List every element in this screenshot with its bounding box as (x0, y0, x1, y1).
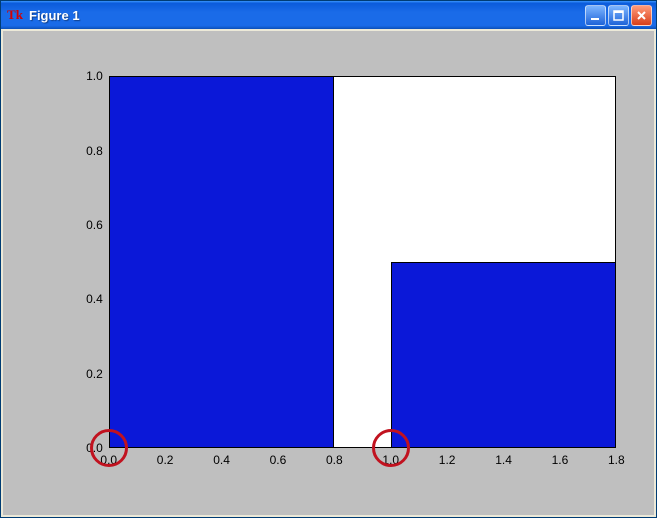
bar-1 (109, 76, 335, 448)
tk-icon: Tk (7, 7, 23, 23)
y-tick: 1.0 (86, 69, 109, 83)
figure-window: Tk Figure 1 0.0 0.2 0.4 0.6 0.8 1.0 1.2 1.4 1.6 1… (0, 0, 657, 518)
x-tick: 1.2 (439, 453, 456, 467)
maximize-button[interactable] (608, 5, 629, 26)
y-tick: 0.6 (86, 218, 109, 232)
x-tick: 0.2 (157, 453, 174, 467)
close-button[interactable] (631, 5, 652, 26)
x-tick: 0.4 (213, 453, 230, 467)
x-tick: 0.8 (326, 453, 343, 467)
y-tick: 0.2 (86, 367, 109, 381)
x-tick: 1.8 (608, 453, 625, 467)
figure-canvas: 0.00.20.40.60.81.01.21.41.61.80.00.20.40… (19, 45, 638, 493)
x-tick: 0.6 (270, 453, 287, 467)
x-tick: 1.4 (495, 453, 512, 467)
bar-2 (391, 262, 617, 448)
window-buttons (585, 5, 652, 26)
y-tick: 0.4 (86, 292, 109, 306)
y-tick: 0.0 (86, 441, 109, 455)
minimize-button[interactable] (585, 5, 606, 26)
x-tick: 1.0 (382, 453, 399, 467)
x-tick: 1.6 (552, 453, 569, 467)
y-tick: 0.8 (86, 144, 109, 158)
window-title: Figure 1 (29, 8, 585, 23)
title-bar[interactable]: Tk Figure 1 (1, 1, 656, 29)
client-area: 0.00.20.40.60.81.01.21.41.61.80.00.20.40… (3, 31, 654, 515)
